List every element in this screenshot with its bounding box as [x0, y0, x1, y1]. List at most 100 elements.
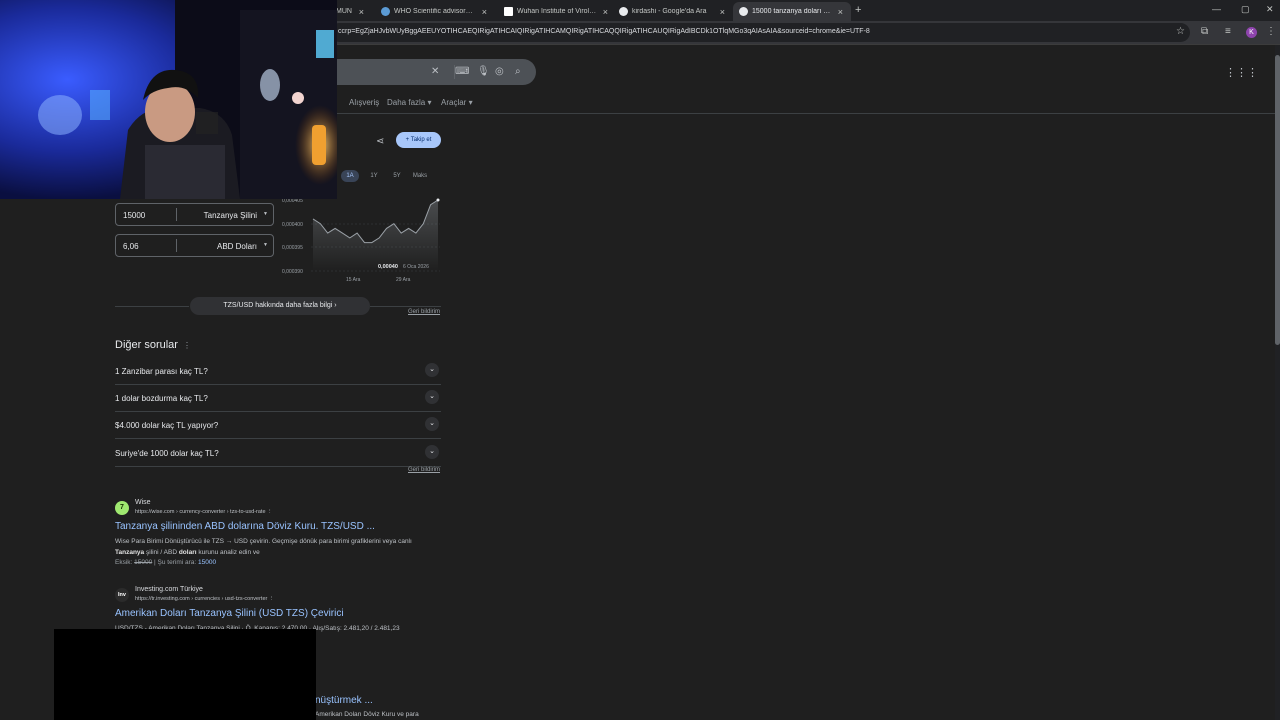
search-with-link[interactable]: 15000: [198, 559, 216, 566]
chevron-down-icon[interactable]: ⌄: [425, 363, 439, 377]
close-icon[interactable]: ×: [603, 7, 608, 17]
google-icon: [739, 7, 748, 16]
range-1y[interactable]: 1Y: [365, 170, 383, 182]
bookmark-star-icon[interactable]: ☆: [1176, 26, 1185, 37]
feedback-link[interactable]: Geri bildirim: [408, 467, 440, 473]
more-about-currency-button[interactable]: TZS/USD hakkında daha fazla bilgi ›: [190, 297, 370, 315]
browser-window: MUN × WHO Scientific advisory group × Wu…: [0, 0, 1280, 720]
chevron-down-icon[interactable]: ▼: [263, 211, 268, 217]
tab-label: kirdashi - Google'da Ara: [632, 8, 707, 15]
question-item[interactable]: 1 dolar bozdurma kaç TL? ⌄: [115, 385, 441, 412]
chevron-down-icon[interactable]: ⌄: [425, 390, 439, 404]
result-snippet: Wise Para Birimi Dönüştürücü ile TZS → U…: [115, 536, 445, 558]
more-options-icon[interactable]: ⋮: [269, 596, 275, 602]
close-icon[interactable]: ×: [838, 7, 843, 17]
address-bar[interactable]: ccrp=EgZjaHJvbWUyBggAEEUYOTIHCAEQIRigATI…: [330, 23, 1190, 42]
range-5y[interactable]: 5Y: [388, 170, 406, 182]
tab-more-label: Daha fazla: [387, 98, 426, 107]
missing-label: Eksik:: [115, 559, 133, 566]
question-item[interactable]: 1 Zanzibar parası kaç TL? ⌄: [115, 358, 441, 385]
series-area: [313, 200, 438, 271]
scrollbar-thumb[interactable]: [1275, 55, 1280, 345]
black-overlay: [54, 629, 316, 720]
snippet-text: şilini / ABD: [144, 549, 179, 556]
follow-label: Takip et: [410, 137, 432, 143]
missing-terms: Eksik: 15000 | Şu terimi ara: 15000: [115, 559, 216, 566]
tab-tanzanya[interactable]: 15000 tanzanya doları - Google ×: [733, 2, 851, 21]
keyboard-icon[interactable]: ⌨: [455, 66, 469, 77]
microphone-icon[interactable]: 🎙: [477, 66, 490, 77]
chevron-down-icon[interactable]: ▼: [263, 242, 268, 248]
from-currency[interactable]: Tanzanya Şilini: [204, 211, 257, 220]
search-with-label: | Şu terimi ara:: [154, 559, 197, 566]
result-snippet: Amerikan Doları Döviz Kuru ve para: [315, 711, 419, 718]
missing-term: 15000: [134, 559, 153, 566]
range-1d[interactable]: 1A: [341, 170, 359, 182]
tab-tools-label: Araçlar: [441, 98, 467, 107]
result-url[interactable]: https://wise.com › currency-converter › …: [135, 509, 273, 515]
x-tick-label: 29 Ara: [396, 277, 411, 283]
current-point: [436, 198, 440, 202]
follow-button[interactable]: + Takip et: [396, 132, 441, 148]
more-about-label: TZS/USD hakkında daha fazla bilgi: [223, 302, 333, 309]
result-url[interactable]: https://tr.investing.com › currencies › …: [135, 596, 274, 602]
tab-label: MUN: [336, 8, 352, 15]
tab-label: Wuhan Institute of Virology - W: [517, 8, 597, 15]
close-icon[interactable]: ×: [720, 7, 725, 17]
more-options-icon[interactable]: ⋮: [267, 509, 273, 515]
tab-kirdashi[interactable]: kirdashi - Google'da Ara ×: [613, 2, 733, 21]
lens-icon[interactable]: ◎: [495, 66, 504, 77]
tab-tools[interactable]: Araçlar ▾: [441, 98, 473, 107]
tab-label: 15000 tanzanya doları - Google: [752, 8, 832, 15]
to-currency-field[interactable]: 6,06 ABD Doları ▼: [115, 234, 274, 257]
x-tick-label: 15 Ara: [346, 277, 361, 283]
tab-who[interactable]: WHO Scientific advisory group ×: [375, 2, 495, 21]
window-close-icon[interactable]: ✕: [1266, 4, 1274, 15]
wise-favicon-icon: 7: [115, 501, 129, 515]
extensions-icon[interactable]: ⧉: [1201, 26, 1208, 37]
from-currency-field[interactable]: 15000 Tanzanya Şilini ▼: [115, 203, 274, 226]
chevron-down-icon[interactable]: ⌄: [425, 417, 439, 431]
feedback-link[interactable]: Geri bildirim: [408, 309, 440, 315]
question-item[interactable]: $4.000 dolar kaç TL yapıyor? ⌄: [115, 412, 441, 439]
result-url-text: https://tr.investing.com › currencies › …: [135, 596, 268, 602]
exchange-rate-chart: 0,000405 0,000400 0,000395 0,000390 0,00…: [282, 198, 440, 283]
question-item[interactable]: Suriye'de 1000 dolar kaç TL? ⌄: [115, 440, 441, 467]
close-icon[interactable]: ×: [359, 7, 364, 17]
google-apps-icon[interactable]: ⋮⋮⋮: [1225, 66, 1258, 79]
profile-avatar[interactable]: K: [1246, 27, 1257, 38]
media-controls-icon[interactable]: ≡: [1225, 26, 1231, 37]
question-text: 1 Zanzibar parası kaç TL?: [115, 367, 208, 376]
more-options-icon[interactable]: ⋮: [183, 341, 191, 350]
snippet-bold: doları: [178, 549, 197, 556]
search-icon[interactable]: ⌕: [515, 66, 521, 77]
tab-wuhan[interactable]: Wuhan Institute of Virology - W ×: [498, 2, 616, 21]
tab-label: WHO Scientific advisory group: [394, 8, 476, 15]
result-title-link[interactable]: nüştürmek ...: [315, 695, 373, 706]
chevron-down-icon[interactable]: ⌄: [425, 445, 439, 459]
share-icon[interactable]: ⋖: [376, 136, 384, 147]
range-max[interactable]: Maks: [410, 170, 430, 182]
result-title-link[interactable]: Amerikan Doları Tanzanya Şilini (USD TZS…: [115, 608, 344, 619]
to-currency[interactable]: ABD Doları: [217, 242, 257, 251]
clear-icon[interactable]: ✕: [431, 66, 439, 77]
tab-more[interactable]: Daha fazla ▾: [387, 98, 432, 107]
question-text: Suriye'de 1000 dolar kaç TL?: [115, 449, 219, 458]
minimize-icon[interactable]: —: [1212, 4, 1221, 14]
snippet-bold: Tanzanya: [115, 549, 145, 556]
new-tab-button[interactable]: +: [855, 4, 861, 16]
to-amount[interactable]: 6,06: [123, 242, 139, 251]
result-site-name[interactable]: Investing.com Türkiye: [135, 586, 203, 593]
menu-icon[interactable]: ⋮: [1266, 26, 1276, 37]
current-value-label: 0,00040: [378, 264, 398, 270]
webcam-overlay: [0, 0, 337, 199]
close-icon[interactable]: ×: [482, 7, 487, 17]
question-text: $4.000 dolar kaç TL yapıyor?: [115, 421, 219, 430]
divider: [370, 306, 441, 307]
y-tick-label: 0,000400: [282, 222, 303, 228]
maximize-icon[interactable]: ▢: [1241, 4, 1250, 15]
result-site-name[interactable]: Wise: [135, 499, 151, 506]
from-amount[interactable]: 15000: [123, 211, 145, 220]
result-title-link[interactable]: Tanzanya şilininden ABD dolarına Döviz K…: [115, 521, 375, 532]
tab-shopping[interactable]: Alışveriş: [349, 98, 379, 107]
